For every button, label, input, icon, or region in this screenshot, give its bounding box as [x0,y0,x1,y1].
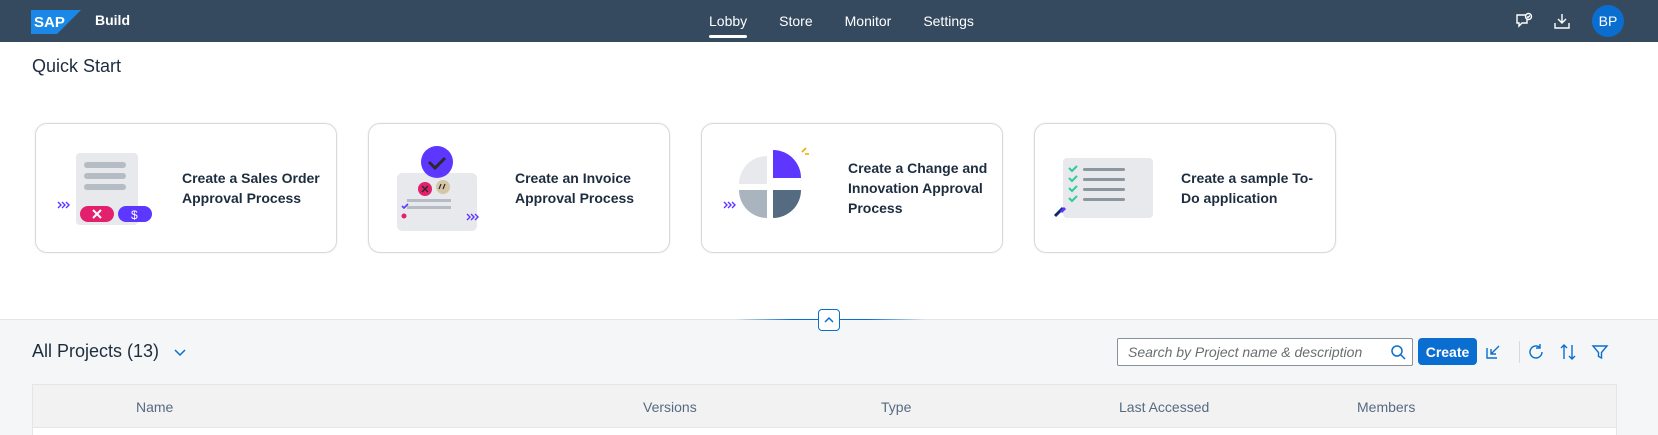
chevron-down-icon[interactable] [171,343,189,361]
card-sales-order-approval[interactable]: $ Create a Sales Order Approval Process [35,123,337,253]
user-avatar[interactable]: BP [1592,5,1624,37]
svg-text:$: $ [131,208,138,222]
shell-actions: BP [1512,0,1624,42]
sales-order-illustration: $ [57,153,152,225]
create-button[interactable]: Create [1418,338,1477,365]
column-header-members[interactable]: Members [1357,399,1415,415]
projects-table-header: Name Versions Type Last Accessed Members [32,384,1617,428]
nav-tab-store[interactable]: Store [763,0,828,42]
refresh-icon[interactable] [1523,339,1549,365]
column-header-last-accessed[interactable]: Last Accessed [1119,399,1209,415]
card-change-innovation-approval[interactable]: Create a Change and Innovation Approval … [701,123,1003,253]
toolbar-separator [1519,341,1520,363]
card-label: Create a Change and Innovation Approval … [848,160,988,216]
projects-header: All Projects (13) [32,341,189,362]
project-search [1117,338,1413,366]
nav-tab-settings[interactable]: Settings [907,0,990,42]
card-invoice-approval[interactable]: Create an Invoice Approval Process [368,123,670,253]
collapse-button[interactable] [818,309,840,331]
download-icon[interactable] [1550,9,1574,33]
column-header-type[interactable]: Type [881,399,911,415]
table-row[interactable] [32,428,1617,435]
svg-text:SAP: SAP [34,14,65,31]
nav-tab-lobby[interactable]: Lobby [693,0,763,42]
search-input[interactable] [1118,340,1384,364]
sap-logo[interactable]: SAP [31,10,81,34]
card-label: Create a sample To-Do application [1181,170,1314,206]
top-nav: Lobby Store Monitor Settings [693,0,990,42]
import-icon[interactable] [1480,339,1506,365]
feedback-icon[interactable] [1512,9,1536,33]
filter-icon[interactable] [1587,339,1613,365]
projects-title: All Projects (13) [32,341,160,361]
search-icon[interactable] [1384,339,1412,365]
quick-start-title: Quick Start [32,56,122,76]
column-header-versions[interactable]: Versions [643,399,697,415]
shell-bar: SAP Build Lobby Store Monitor Settings B… [0,0,1658,42]
card-sample-todo-app[interactable]: Create a sample To-Do application [1034,123,1336,253]
card-label: Create a Sales Order Approval Process [182,170,320,206]
pie-chart-illustration [723,147,809,218]
todo-list-illustration [1053,158,1153,218]
invoice-illustration [397,146,479,231]
chevron-up-icon [824,316,834,323]
quick-start-cards: $ Create a Sales Order Approval Process … [35,123,1336,253]
column-header-name[interactable]: Name [136,399,173,415]
sort-icon[interactable] [1555,339,1581,365]
card-label: Create an Invoice Approval Process [515,170,635,206]
nav-tab-monitor[interactable]: Monitor [829,0,908,42]
app-title[interactable]: Build [95,12,130,28]
